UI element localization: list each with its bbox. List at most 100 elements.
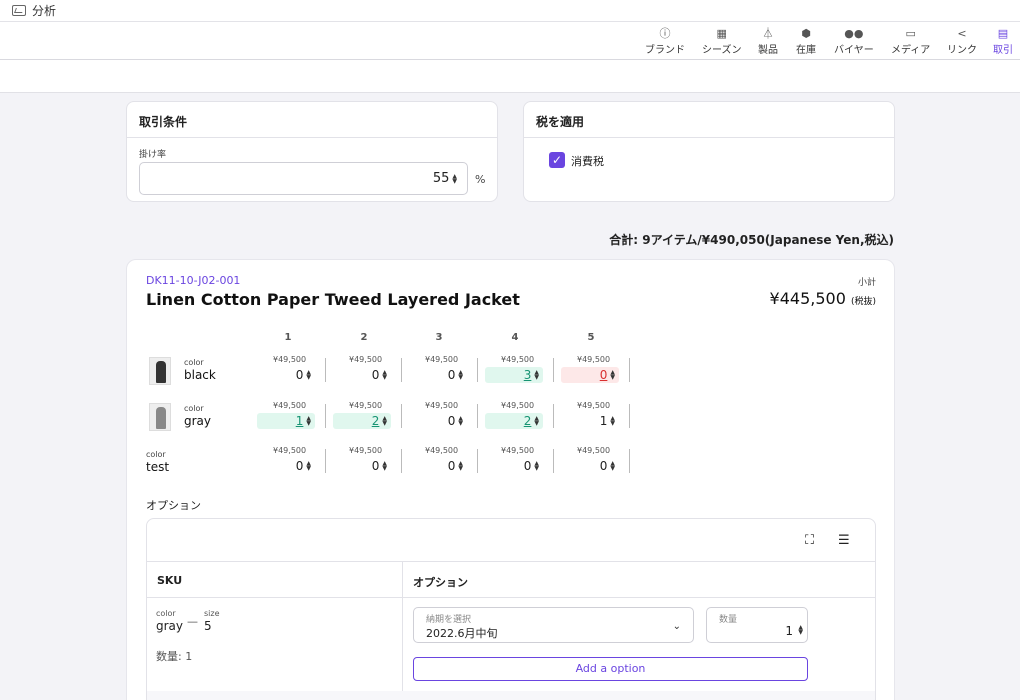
cell-divider	[401, 449, 402, 473]
quantity-input[interactable]: 0 ▲ ▼	[561, 367, 619, 383]
add-option-button[interactable]: Add a option	[413, 657, 808, 681]
stepper-icon[interactable]: ▲ ▼	[610, 461, 615, 472]
quantity-input[interactable]: 0 ▲ ▼	[409, 413, 467, 429]
size-header: 4	[511, 332, 519, 343]
quantity-input[interactable]: 2 ▲ ▼	[333, 413, 391, 429]
size-header: 1	[284, 332, 292, 343]
nav-brand[interactable]: ⓘ ブランド	[645, 27, 685, 56]
quantity-input[interactable]: 0 ▲ ▼	[561, 458, 619, 474]
info-icon: ⓘ	[659, 27, 671, 40]
product-code[interactable]: DK11-10-J02-001	[146, 274, 240, 287]
stepper-icon[interactable]: ▲ ▼	[458, 370, 463, 381]
stepper-icon[interactable]: ▲ ▼	[610, 370, 615, 381]
unit-price: ¥49,500	[501, 355, 535, 364]
quantity-input[interactable]: 0 ▲ ▼	[257, 367, 315, 383]
product-card: DK11-10-J02-001 Linen Cotton Paper Tweed…	[126, 259, 895, 700]
quantity-value: 0	[523, 459, 532, 473]
quantity-cell: ¥49,500 0 ▲ ▼	[253, 446, 326, 486]
stepper-icon[interactable]: ▲ ▼	[306, 370, 311, 381]
quantity-input[interactable]: 0 ▲ ▼	[409, 367, 467, 383]
stepper-icon[interactable]: ▲ ▼	[458, 461, 463, 472]
tax-card: 税を適用 ✓ 消費税	[523, 101, 895, 202]
cell-divider	[477, 404, 478, 428]
quantity-value: 0	[295, 368, 304, 382]
color-label: color	[146, 450, 166, 459]
quantity-cell: ¥49,500 2 ▲ ▼	[481, 401, 554, 441]
nav-link[interactable]: < リンク	[947, 27, 977, 56]
sku-color-label: color	[156, 609, 176, 618]
nav-deal[interactable]: ▤ 取引	[993, 27, 1013, 56]
quantity-input[interactable]: 0 ▲ ▼	[333, 367, 391, 383]
unit-price: ¥49,500	[425, 446, 459, 455]
product-name: Linen Cotton Paper Tweed Layered Jacket	[146, 290, 520, 309]
cell-divider	[553, 449, 554, 473]
analytics-title[interactable]: 分析	[32, 2, 56, 19]
nav-product[interactable]: ⏃ 製品	[758, 27, 778, 56]
subtotal-value: ¥445,500 (税抜)	[769, 289, 876, 308]
stepper-icon[interactable]: ▲ ▼	[452, 173, 457, 184]
stepper-icon[interactable]: ▲ ▼	[534, 461, 539, 472]
stepper-icon[interactable]: ▲ ▼	[458, 416, 463, 427]
unit-price: ¥49,500	[273, 446, 307, 455]
quantity-input[interactable]: 0 ▲ ▼	[257, 458, 315, 474]
cell-divider	[477, 358, 478, 382]
cell-divider	[401, 404, 402, 428]
option-quantity-value: 1	[785, 624, 793, 638]
product-thumbnail[interactable]	[149, 403, 171, 431]
people-icon: ●●	[844, 27, 864, 40]
cell-divider	[629, 404, 630, 428]
rate-input[interactable]: 55 ▲ ▼	[139, 162, 468, 195]
quantity-input[interactable]: 1 ▲ ▼	[561, 413, 619, 429]
sku-column-header: SKU	[157, 574, 183, 587]
quantity-input[interactable]: 2 ▲ ▼	[485, 413, 543, 429]
cell-divider	[629, 449, 630, 473]
delivery-date-select[interactable]: 納期を選択 2022.6月中旬 ⌄	[413, 607, 694, 643]
nav-season[interactable]: ▦ シーズン	[702, 27, 742, 56]
delivery-date-value: 2022.6月中旬	[426, 627, 498, 640]
stock-icon: ⬢	[801, 27, 811, 40]
chart-icon	[12, 5, 26, 16]
nav-buyer[interactable]: ●● バイヤー	[834, 27, 874, 56]
hanger-icon: ⏃	[762, 27, 774, 40]
quantity-input[interactable]: 0 ▲ ▼	[409, 458, 467, 474]
list-icon[interactable]: ☰	[838, 533, 850, 548]
grid-icon: ▦	[716, 27, 727, 40]
unit-price: ¥49,500	[577, 446, 611, 455]
stepper-icon[interactable]: ▲ ▼	[306, 416, 311, 427]
quantity-value: 2	[523, 414, 532, 428]
cell-divider	[325, 358, 326, 382]
terms-card: 取引条件 掛け率 55 ▲ ▼ %	[126, 101, 498, 202]
stepper-icon[interactable]: ▲ ▼	[610, 416, 615, 427]
quantity-cell: ¥49,500 1 ▲ ▼	[557, 401, 630, 441]
color-value: black	[184, 368, 216, 382]
chevron-down-icon: ⌄	[672, 621, 681, 632]
share-icon: <	[957, 27, 967, 40]
rate-unit: %	[475, 173, 486, 186]
stepper-icon[interactable]: ▲ ▼	[382, 416, 387, 427]
stepper-icon[interactable]: ▲ ▼	[306, 461, 311, 472]
quantity-input[interactable]: 0 ▲ ▼	[485, 458, 543, 474]
stepper-icon[interactable]: ▲ ▼	[382, 461, 387, 472]
product-thumbnail[interactable]	[149, 357, 171, 385]
option-quantity-input[interactable]: 数量 1 ▲ ▼	[706, 607, 808, 643]
fullscreen-icon[interactable]: ⛶	[805, 533, 814, 548]
terms-title: 取引条件	[127, 102, 497, 138]
table-row	[147, 691, 875, 700]
nav-media[interactable]: ▭ メディア	[891, 27, 930, 56]
nav-stock[interactable]: ⬢ 在庫	[796, 27, 816, 56]
cell-divider	[325, 449, 326, 473]
unit-price: ¥49,500	[349, 446, 383, 455]
cast-icon: ▭	[905, 27, 916, 40]
quantity-value: 0	[599, 459, 608, 473]
quantity-input[interactable]: 0 ▲ ▼	[333, 458, 391, 474]
consumption-tax-checkbox[interactable]: ✓	[549, 152, 565, 168]
delivery-date-label: 納期を選択	[426, 615, 472, 625]
stepper-icon[interactable]: ▲ ▼	[534, 370, 539, 381]
stepper-icon[interactable]: ▲ ▼	[382, 370, 387, 381]
unit-price: ¥49,500	[501, 401, 535, 410]
top-bar: 分析	[0, 0, 1020, 22]
stepper-icon[interactable]: ▲ ▼	[534, 416, 539, 427]
stepper-icon[interactable]: ▲ ▼	[798, 625, 803, 636]
quantity-input[interactable]: 3 ▲ ▼	[485, 367, 543, 383]
quantity-input[interactable]: 1 ▲ ▼	[257, 413, 315, 429]
